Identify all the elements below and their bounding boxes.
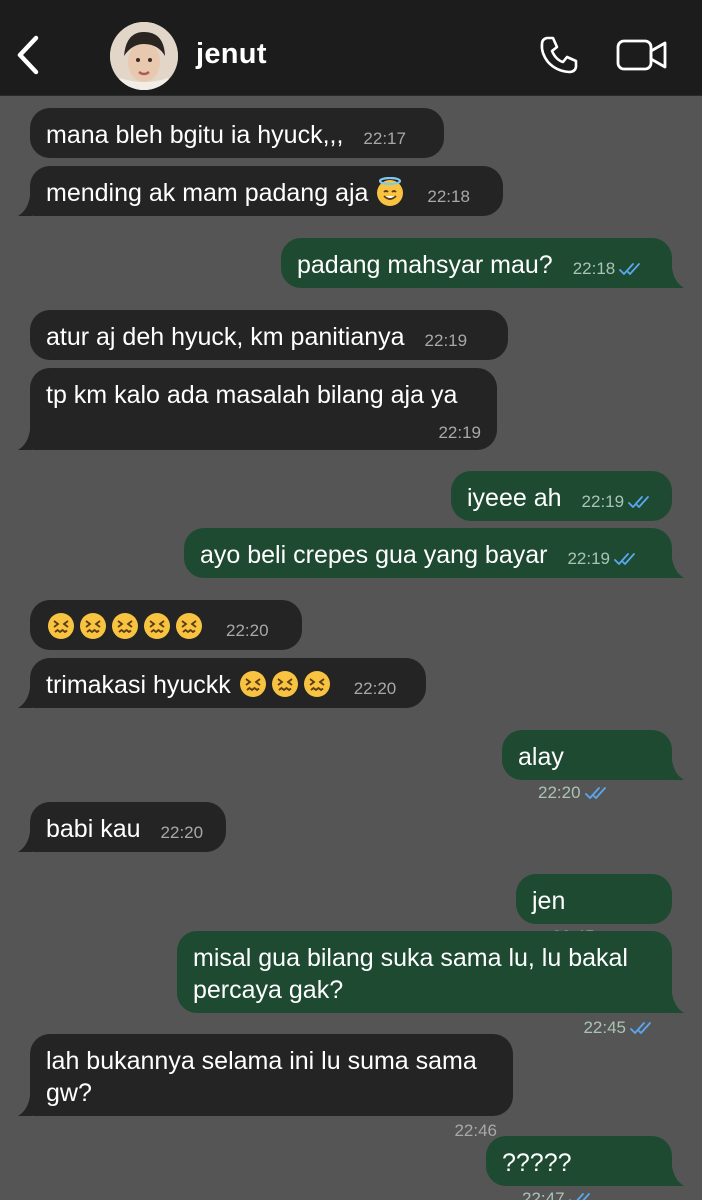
message-time: 22:46 [454,1121,497,1140]
incoming-message-bubble[interactable]: lah bukannya selama ini lu suma sama gw?… [18,1034,513,1140]
message-time: 22:45 [583,1018,626,1037]
contact-name[interactable]: jenut [196,38,267,71]
incoming-message-bubble[interactable]: tp km kalo ada masalah bilang aja ya 22:1… [18,368,497,450]
double-check-icon [568,1193,590,1200]
message-text: mana bleh bgitu ia hyuck,,, [46,121,344,149]
double-check-icon [619,263,641,275]
confounded-face-icon [142,611,172,641]
bubble-tail [18,196,32,216]
confounded-face-icon [174,611,204,641]
confounded-face-icon [46,611,76,641]
back-button[interactable] [14,34,44,76]
double-check-icon [628,496,649,508]
confounded-face-icon [238,669,268,699]
outgoing-message-bubble[interactable]: misal gua bilang suka sama lu, lu bakal … [177,931,684,1037]
message-time: 22:20 [226,621,269,641]
message-time: 22:18 [572,259,616,279]
message-meta: 22:17 [363,123,406,155]
message-time: 22:19 [567,549,610,569]
outgoing-message-bubble[interactable]: alay 22:20 [502,730,684,802]
message-time: 22:19 [581,492,625,512]
message-text: tp km kalo ada masalah bilang aja ya [46,381,458,409]
video-call-button[interactable] [616,36,668,74]
message-text: atur aj deh hyuck, km panitianya [46,323,405,351]
confounded-face-icon [78,611,108,641]
bubble-tail [670,1166,684,1186]
message-list[interactable]: mana bleh bgitu ia hyuck,,, 22:17 mending … [0,96,702,1200]
message-text: iyeee ah [467,484,562,512]
message-text: mending ak mam padang aja [46,179,369,207]
bubble-tail [670,558,684,578]
message-time: 22:20 [353,679,397,699]
avatar-photo [110,22,178,90]
incoming-message-bubble[interactable]: mana bleh bgitu ia hyuck,,, 22:17 [30,108,444,158]
halo-smile-icon [375,177,405,207]
bubble-tail [18,1096,32,1116]
message-meta: 22:20 [226,615,269,647]
double-check-icon [614,553,635,565]
incoming-message-bubble[interactable]: babi kau 22:20 [18,802,226,852]
message-text: ????? [502,1149,572,1177]
incoming-message-bubble[interactable]: mending ak mam padang aja 22:18 [18,166,503,216]
double-check-icon [630,1021,651,1034]
phone-icon [540,36,578,74]
avatar[interactable] [110,22,178,90]
message-text: jen [532,887,566,915]
message-meta: 22:46 [46,1115,497,1147]
incoming-message-bubble[interactable]: trimakasi hyuckk 22:20 [18,658,426,708]
message-text: trimakasi hyuckk [46,671,231,699]
message-meta: 22:19 [567,543,640,575]
outgoing-message-bubble[interactable]: iyeee ah 22:19 [451,471,672,521]
message-text: padang mahsyar mau? [297,251,553,279]
message-text: ayo beli crepes gua yang bayar [200,541,548,569]
incoming-message-bubble[interactable]: atur aj deh hyuck, km panitianya 22:19 [30,310,508,360]
chat-header: jenut [0,0,702,96]
message-meta: 22:20 [538,777,611,809]
bubble-tail [670,268,684,288]
message-meta: 22:47 [522,1183,595,1200]
confounded-face-icon [110,611,140,641]
bubble-tail [18,832,32,852]
message-meta: 22:18 [427,181,470,213]
outgoing-message-bubble[interactable]: padang mahsyar mau? 22:18 [281,238,684,288]
message-time: 22:20 [160,823,204,843]
message-time: 22:47 [522,1189,565,1200]
message-time: 22:18 [427,187,470,207]
message-time: 22:19 [424,331,468,351]
video-camera-icon [616,39,667,71]
message-time: 22:19 [438,423,481,442]
message-text: misal gua bilang suka sama lu, lu bakal … [193,944,628,1004]
outgoing-message-bubble[interactable]: ayo beli crepes gua yang bayar 22:19 [184,528,684,578]
voice-call-button[interactable] [538,34,580,76]
incoming-message-bubble[interactable]: 22:20 [30,600,302,650]
message-meta: 22:19 [582,486,655,518]
outgoing-message-bubble[interactable]: ????? 22:47 [486,1136,684,1200]
message-time: 22:17 [363,129,406,149]
message-meta: 22:19 [425,325,468,357]
outgoing-message-bubble[interactable]: jen22:45 [516,874,672,946]
confounded-face-icon [270,669,300,699]
confounded-face-icon [302,669,332,699]
message-time: 22:20 [538,783,581,803]
message-text: babi kau [46,815,141,843]
message-meta: 22:20 [354,673,397,705]
bubble-tail [18,688,32,708]
bubble-tail [670,760,684,780]
message-meta: 22:18 [573,253,646,285]
bubble-tail [18,430,32,450]
double-check-icon [584,787,606,799]
message-text: lah bukannya selama ini lu suma sama gw? [46,1047,477,1107]
message-meta: 22:20 [161,817,204,849]
chevron-left-icon [17,35,39,75]
message-text: alay [518,743,564,771]
message-meta: 22:19 [46,417,481,449]
bubble-tail [670,993,684,1013]
